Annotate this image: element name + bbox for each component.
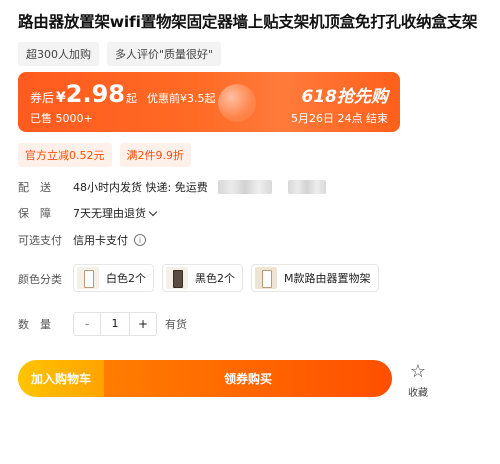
redacted-location-2 [287,180,326,194]
quantity-row: 数 量 - 1 + 有货 [18,312,187,336]
quantity-stepper: - 1 + [73,312,157,336]
payment-text: 信用卡支付 [73,234,128,247]
guarantee-row[interactable]: 保 障 7天无理由退货 [18,205,158,221]
price-value: 2.98 [65,80,125,108]
quantity-label: 数 量 [18,318,51,331]
tag-add-to-cart-count: 超300人加购 [18,42,99,66]
delivery-row: 配 送 48小时内发货 快递: 免运费 [18,179,326,195]
price-row: 券后 ¥ 2.98 起 优惠前¥3.5起 [30,82,215,106]
event-name: 618抢先购 [301,87,389,107]
buy-with-coupon-button[interactable]: 领券购买 [104,360,392,397]
coupon-multi-buy[interactable]: 满2件9.9折 [119,143,191,167]
product-tags: 超300人加购 多人评价"质量很好" [18,42,222,66]
product-title: 路由器放置架wifi置物架固定器墙上贴支架机顶盒免打孔收纳盒支架 [18,13,478,31]
original-price: 优惠前¥3.5起 [146,92,216,105]
color-options: 白色2个 黑色2个 M款路由器置物架 [73,264,379,292]
quantity-input[interactable]: 1 [100,313,130,335]
redacted-location-1 [217,180,272,194]
tag-review-summary[interactable]: 多人评价"质量很好" [107,42,222,66]
payment-label: 可选支付 [18,234,62,247]
color-option-white[interactable]: 白色2个 [73,264,154,292]
star-icon: ☆ [409,361,427,382]
chevron-down-icon [148,207,158,216]
delivery-label: 配 送 [18,181,51,194]
currency-symbol: ¥ [56,90,66,106]
guarantee-label: 保 障 [18,207,51,220]
event-end-time: 5月26日 24点 结束 [291,112,388,125]
product-thumbnail-white [77,267,99,289]
color-option-label: 黑色2个 [195,272,235,285]
product-thumbnail-black [166,267,188,289]
favorite-button[interactable]: ☆ 收藏 [403,361,433,400]
color-label-row: 颜色分类 [18,271,73,287]
stock-status: 有货 [165,318,187,331]
color-option-m-model[interactable]: M款路由器置物架 [251,264,379,292]
decrement-button[interactable]: - [74,313,100,335]
color-option-label: M款路由器置物架 [284,272,371,285]
coupon-official-discount[interactable]: 官方立减0.52元 [18,143,112,167]
color-option-label: 白色2个 [106,272,146,285]
price-promo-banner: 券后 ¥ 2.98 起 优惠前¥3.5起 已售 5000+ 618抢先购 5月2… [18,72,400,132]
favorite-label: 收藏 [408,388,428,399]
bubble-decoration-icon [218,84,256,122]
coupon-list: 官方立减0.52元 满2件9.9折 [18,143,191,167]
info-icon[interactable]: i [134,234,146,246]
sold-count: 已售 5000+ [30,112,93,125]
increment-button[interactable]: + [130,313,156,335]
purchase-actions: 加入购物车 领券购买 [18,360,392,397]
delivery-text: 48小时内发货 快递: 免运费 [73,181,208,194]
product-thumbnail-m [255,267,277,289]
color-option-black[interactable]: 黑色2个 [162,264,243,292]
payment-row: 可选支付 信用卡支付 i [18,232,146,248]
color-label: 颜色分类 [18,273,62,286]
after-coupon-label: 券后 [30,91,55,105]
price-unit: 起 [125,92,137,105]
guarantee-text: 7天无理由退货 [73,207,146,220]
add-to-cart-button[interactable]: 加入购物车 [18,360,104,397]
